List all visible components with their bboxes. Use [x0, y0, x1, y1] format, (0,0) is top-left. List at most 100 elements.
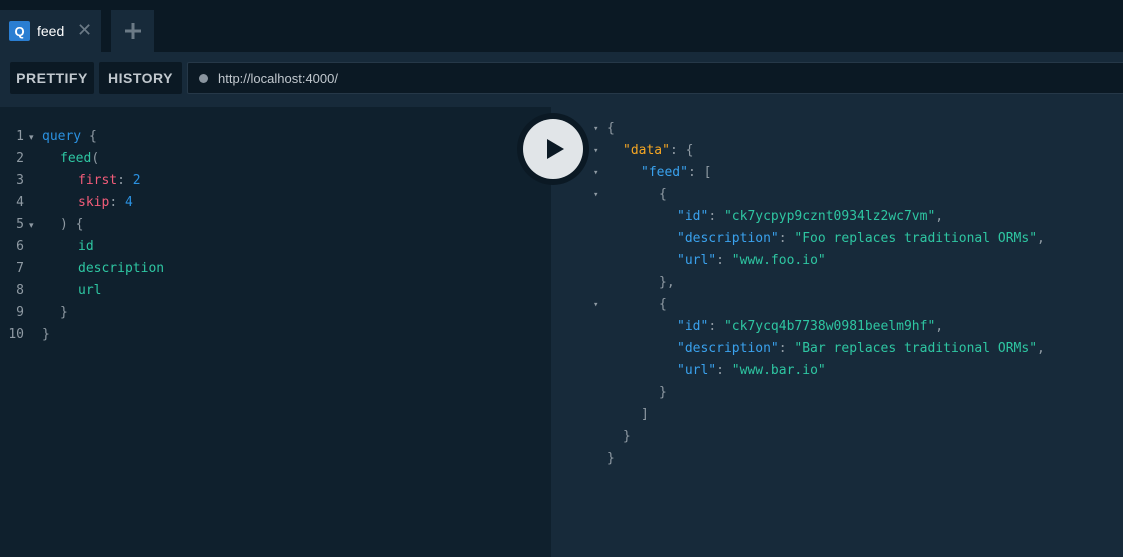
code-token: : {: [669, 143, 694, 158]
fold-icon[interactable]: ▾: [29, 214, 34, 236]
result-line: "url": "www.bar.io": [677, 360, 826, 382]
code-token: "description": [677, 341, 779, 356]
line-number: 5: [16, 217, 24, 232]
result-line: ]: [641, 404, 649, 426]
endpoint-url: http://localhost:4000/: [218, 71, 338, 86]
code-token: "description": [677, 231, 779, 246]
code-line: description: [78, 258, 164, 280]
code-line: url: [78, 280, 101, 302]
code-token: feed: [60, 151, 92, 166]
code-token: ) {: [60, 217, 84, 232]
code-token: ,: [1037, 231, 1045, 246]
code-token: query: [42, 129, 82, 144]
code-line: feed(: [60, 148, 99, 170]
code-token: "ck7ycpyp9cznt0934lz2wc7vm": [723, 209, 936, 224]
fold-icon[interactable]: ▾: [29, 126, 34, 148]
code-token: skip: [78, 195, 110, 210]
code-token: ,: [1037, 341, 1045, 356]
result-line: "url": "www.foo.io": [677, 250, 826, 272]
line-number: 3: [16, 173, 24, 188]
fold-icon[interactable]: ▾: [593, 294, 598, 316]
code-token: {: [81, 129, 97, 144]
code-line: first: 2: [78, 170, 141, 192]
code-token: }: [42, 327, 50, 342]
fold-icon[interactable]: ▾: [593, 118, 598, 140]
code-token: :: [716, 363, 732, 378]
code-line: }: [60, 302, 68, 324]
result-viewer[interactable]: ▾ { ▾ "data": { ▾ "feed": [ ▾ { "id": "ck7ycpyp9…: [551, 107, 1123, 557]
line-number: 7: [16, 261, 24, 276]
code-token: ,: [935, 319, 944, 334]
line-number: 9: [16, 305, 24, 320]
execute-query-button[interactable]: [517, 113, 589, 185]
code-token: 4: [124, 195, 133, 210]
code-token: "id": [677, 209, 709, 224]
code-token: :: [117, 173, 133, 188]
line-number: 2: [16, 151, 24, 166]
code-token: :: [778, 231, 795, 246]
code-token: "url": [677, 253, 717, 268]
tab-label: feed: [37, 23, 65, 39]
code-token: }: [607, 451, 615, 466]
code-token: "feed": [641, 165, 688, 180]
query-tab-icon: Q: [9, 21, 30, 41]
code-line: query {: [42, 126, 97, 148]
code-token: "data": [623, 143, 670, 158]
code-token: ,: [935, 209, 944, 224]
line-number: 1: [16, 129, 24, 144]
code-token: "Foo replaces traditional ORMs": [794, 231, 1038, 246]
toolbar: PRETTIFY HISTORY http://localhost:4000/: [0, 52, 1123, 107]
code-token: }: [60, 305, 68, 320]
result-line: "data": {: [623, 140, 693, 162]
fold-icon[interactable]: ▾: [593, 184, 598, 206]
code-token: {: [659, 187, 667, 202]
code-line: ) {: [60, 214, 83, 236]
code-line: }: [42, 324, 50, 346]
history-button[interactable]: HISTORY: [99, 62, 182, 94]
result-line: "description": "Bar replaces traditional…: [677, 338, 1045, 360]
query-editor[interactable]: 1 ▾ 2 3 4 5 ▾ 6 7 8 9 10 query {feed(first: 2 skip: …: [0, 107, 551, 557]
code-token: :: [778, 341, 795, 356]
line-number: 4: [16, 195, 24, 210]
code-token: "Bar replaces traditional ORMs": [794, 341, 1038, 356]
result-line: }: [607, 448, 615, 470]
result-line: }: [659, 382, 667, 404]
tab-feed[interactable]: Q feed ✕: [0, 10, 101, 52]
code-token: {: [659, 297, 667, 312]
result-line: "id": "ck7ycq4b7738w0981beelm9hf",: [677, 316, 943, 338]
result-line: "id": "ck7ycpyp9cznt0934lz2wc7vm",: [677, 206, 943, 228]
code-token: "url": [677, 363, 717, 378]
code-token: url: [78, 283, 102, 298]
code-token: {: [607, 121, 615, 136]
result-line: },: [659, 272, 675, 294]
line-number: 10: [8, 327, 24, 342]
status-dot-icon: [199, 74, 208, 83]
code-token: description: [78, 261, 165, 276]
plus-icon: [124, 23, 141, 39]
code-token: "ck7ycq4b7738w0981beelm9hf": [723, 319, 936, 334]
code-token: (: [91, 151, 100, 166]
result-line: {: [659, 184, 667, 206]
result-line: {: [607, 118, 615, 140]
result-line: }: [623, 426, 631, 448]
close-icon[interactable]: ✕: [77, 20, 92, 40]
add-tab-button[interactable]: [111, 10, 154, 52]
code-token: "www.bar.io": [731, 363, 826, 378]
result-line: "feed": [: [641, 162, 711, 184]
endpoint-input[interactable]: http://localhost:4000/: [187, 62, 1123, 94]
fold-icon[interactable]: ▾: [593, 140, 598, 162]
result-line: {: [659, 294, 667, 316]
code-token: }: [623, 429, 631, 444]
code-token: :: [716, 253, 732, 268]
line-number: 8: [16, 283, 24, 298]
play-icon: [547, 139, 564, 159]
code-token: :: [708, 319, 724, 334]
code-token: "www.foo.io": [731, 253, 826, 268]
code-token: "id": [677, 319, 709, 334]
code-token: id: [78, 239, 94, 254]
prettify-button[interactable]: PRETTIFY: [10, 62, 94, 94]
code-token: :: [109, 195, 125, 210]
code-token: },: [659, 275, 675, 290]
code-token: 2: [132, 173, 141, 188]
fold-icon[interactable]: ▾: [593, 162, 598, 184]
